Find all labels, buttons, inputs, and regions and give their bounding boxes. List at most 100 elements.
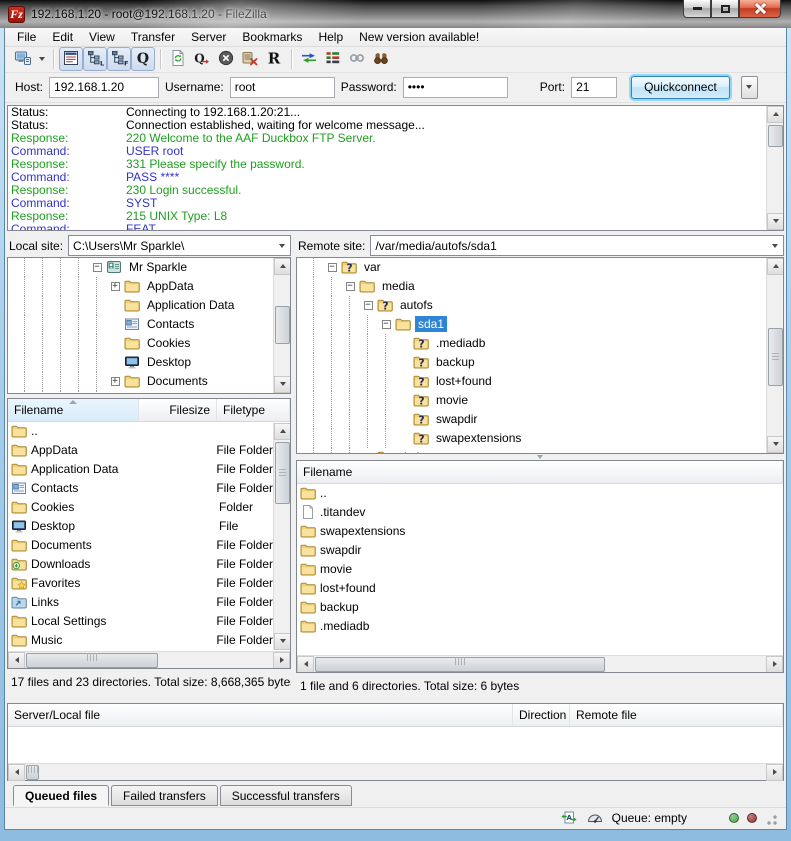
tree-item-backup[interactable]: ?backup	[297, 353, 766, 372]
scroll-right-icon[interactable]	[766, 764, 783, 781]
local-tree-scrollbar[interactable]	[273, 258, 290, 393]
tree-expander[interactable]: −	[341, 277, 359, 296]
file-row-mediadb[interactable]: .mediadb	[297, 617, 783, 636]
tree-item-var[interactable]: −?var	[297, 258, 766, 277]
scroll-left-icon[interactable]	[8, 652, 25, 669]
file-row-swapextensions[interactable]: swapextensions	[297, 522, 783, 541]
file-row-desktop[interactable]: DesktopFile	[8, 517, 273, 536]
close-button[interactable]	[739, 0, 781, 18]
menu-item-file[interactable]: File	[9, 28, 44, 46]
tree-expander[interactable]: −	[359, 296, 377, 315]
tree-item-movie[interactable]: ?movie	[297, 391, 766, 410]
tree-item-mr-sparkle[interactable]: −Mr Sparkle	[8, 258, 273, 277]
scroll-up-icon[interactable]	[767, 106, 784, 123]
toggle-message-log-button[interactable]	[59, 47, 83, 71]
menu-item-view[interactable]: View	[81, 28, 123, 46]
quickconnect-dropdown-button[interactable]	[741, 76, 758, 99]
tab-failed-transfers[interactable]: Failed transfers	[111, 785, 218, 806]
tree-item-sda1[interactable]: −sda1	[297, 315, 766, 334]
scrollbar-thumb[interactable]	[768, 125, 783, 147]
menu-item-new-version-available[interactable]: New version available!	[351, 28, 487, 46]
tree-item-lost-found[interactable]: ?lost+found	[297, 372, 766, 391]
scroll-down-icon[interactable]	[274, 633, 291, 650]
file-row-contacts[interactable]: ContactsFile Folder	[8, 479, 273, 498]
minimize-button[interactable]	[683, 0, 711, 18]
port-input[interactable]	[571, 77, 617, 98]
tree-item-appdata[interactable]: +AppData	[8, 277, 273, 296]
tree-item-application-data[interactable]: Application Data	[8, 296, 273, 315]
tree-item-downloads[interactable]: +Downloads	[8, 391, 273, 394]
toggle-local-tree-button[interactable]: L	[83, 47, 107, 71]
menu-item-transfer[interactable]: Transfer	[123, 28, 183, 46]
tree-item-cookies[interactable]: Cookies	[8, 334, 273, 353]
file-row-titandev[interactable]: .titandev	[297, 503, 783, 522]
file-row-music[interactable]: MusicFile Folder	[8, 631, 273, 650]
column-header-server-local-file[interactable]: Server/Local file	[8, 704, 513, 726]
scroll-down-icon[interactable]	[767, 213, 784, 230]
remote-tree-scrollbar[interactable]	[766, 258, 783, 453]
column-header-filetype[interactable]: Filetype	[217, 399, 290, 421]
username-input[interactable]	[230, 77, 335, 98]
file-row-application-data[interactable]: Application DataFile Folder	[8, 460, 273, 479]
directory-comparison-button[interactable]	[297, 47, 321, 71]
remote-horizontal-scrollbar[interactable]	[297, 655, 783, 672]
tree-item-mediadb[interactable]: ?.mediadb	[297, 334, 766, 353]
scroll-left-icon[interactable]	[8, 764, 25, 781]
file-row-[interactable]: ..	[297, 484, 783, 503]
file-row-appdata[interactable]: AppDataFile Folder	[8, 441, 273, 460]
tree-item-autofs[interactable]: −?autofs	[297, 296, 766, 315]
tree-item-swapextensions[interactable]: ?swapextensions	[297, 429, 766, 448]
scrollbar-thumb[interactable]	[768, 328, 783, 386]
toggle-queue-button[interactable]: Q	[131, 47, 155, 71]
site-manager-button[interactable]	[11, 47, 35, 71]
log-vertical-scrollbar[interactable]	[766, 106, 783, 230]
directory-listing-filters-button[interactable]	[345, 47, 369, 71]
file-row-documents[interactable]: DocumentsFile Folder	[8, 536, 273, 555]
file-row-cookies[interactable]: CookiesFolder	[8, 498, 273, 517]
scroll-down-icon[interactable]	[767, 436, 784, 453]
scroll-up-icon[interactable]	[767, 258, 784, 275]
speed-limits-icon[interactable]	[586, 809, 604, 827]
tree-expander[interactable]: −	[323, 258, 341, 277]
cancel-button[interactable]	[214, 47, 238, 71]
local-horizontal-scrollbar[interactable]	[8, 651, 290, 668]
file-row-links[interactable]: LinksFile Folder	[8, 593, 273, 612]
title-bar[interactable]: Fz 192.168.1.20 - root@192.168.1.20 - Fi…	[0, 0, 791, 28]
column-header-direction[interactable]: Direction	[513, 704, 570, 726]
scrollbar-thumb[interactable]	[275, 442, 290, 504]
tree-item-contacts[interactable]: Contacts	[8, 315, 273, 334]
file-row-downloads[interactable]: DownloadsFile Folder	[8, 555, 273, 574]
toggle-remote-tree-button[interactable]: F	[107, 47, 131, 71]
transfer-horizontal-scrollbar[interactable]	[8, 763, 783, 780]
tab-queued-files[interactable]: Queued files	[13, 785, 109, 806]
tree-expander[interactable]: −	[377, 315, 395, 334]
tree-item-documents[interactable]: +Documents	[8, 372, 273, 391]
file-row-backup[interactable]: backup	[297, 598, 783, 617]
quickconnect-button[interactable]: Quickconnect	[631, 76, 730, 99]
tree-expander[interactable]: +	[106, 372, 124, 391]
reconnect-button[interactable]: R	[262, 47, 286, 71]
scroll-right-icon[interactable]	[273, 652, 290, 669]
file-row-local-settings[interactable]: Local SettingsFile Folder	[8, 612, 273, 631]
local-list-scrollbar[interactable]	[273, 423, 290, 650]
refresh-button[interactable]	[166, 47, 190, 71]
scrollbar-thumb[interactable]	[26, 765, 39, 780]
host-input[interactable]	[49, 77, 159, 98]
scroll-up-icon[interactable]	[274, 258, 291, 275]
scroll-up-icon[interactable]	[274, 423, 291, 440]
scroll-left-icon[interactable]	[297, 656, 314, 673]
scroll-right-icon[interactable]	[766, 656, 783, 673]
column-header-filename[interactable]: Filename	[297, 461, 783, 483]
file-row-[interactable]: ..	[8, 422, 273, 441]
tree-item-swapdir[interactable]: ?swapdir	[297, 410, 766, 429]
file-row-movie[interactable]: movie	[297, 560, 783, 579]
site-manager-dropdown-button[interactable]	[35, 47, 48, 71]
column-header-filename[interactable]: Filename	[8, 399, 139, 421]
file-row-favorites[interactable]: FavoritesFile Folder	[8, 574, 273, 593]
process-queue-button[interactable]: Q	[190, 47, 214, 71]
tree-expander[interactable]: +	[106, 391, 124, 394]
file-row-swapdir[interactable]: swapdir	[297, 541, 783, 560]
file-row-lost-found[interactable]: lost+found	[297, 579, 783, 598]
column-header-filesize[interactable]: Filesize	[139, 399, 217, 421]
scroll-down-icon[interactable]	[274, 376, 291, 393]
